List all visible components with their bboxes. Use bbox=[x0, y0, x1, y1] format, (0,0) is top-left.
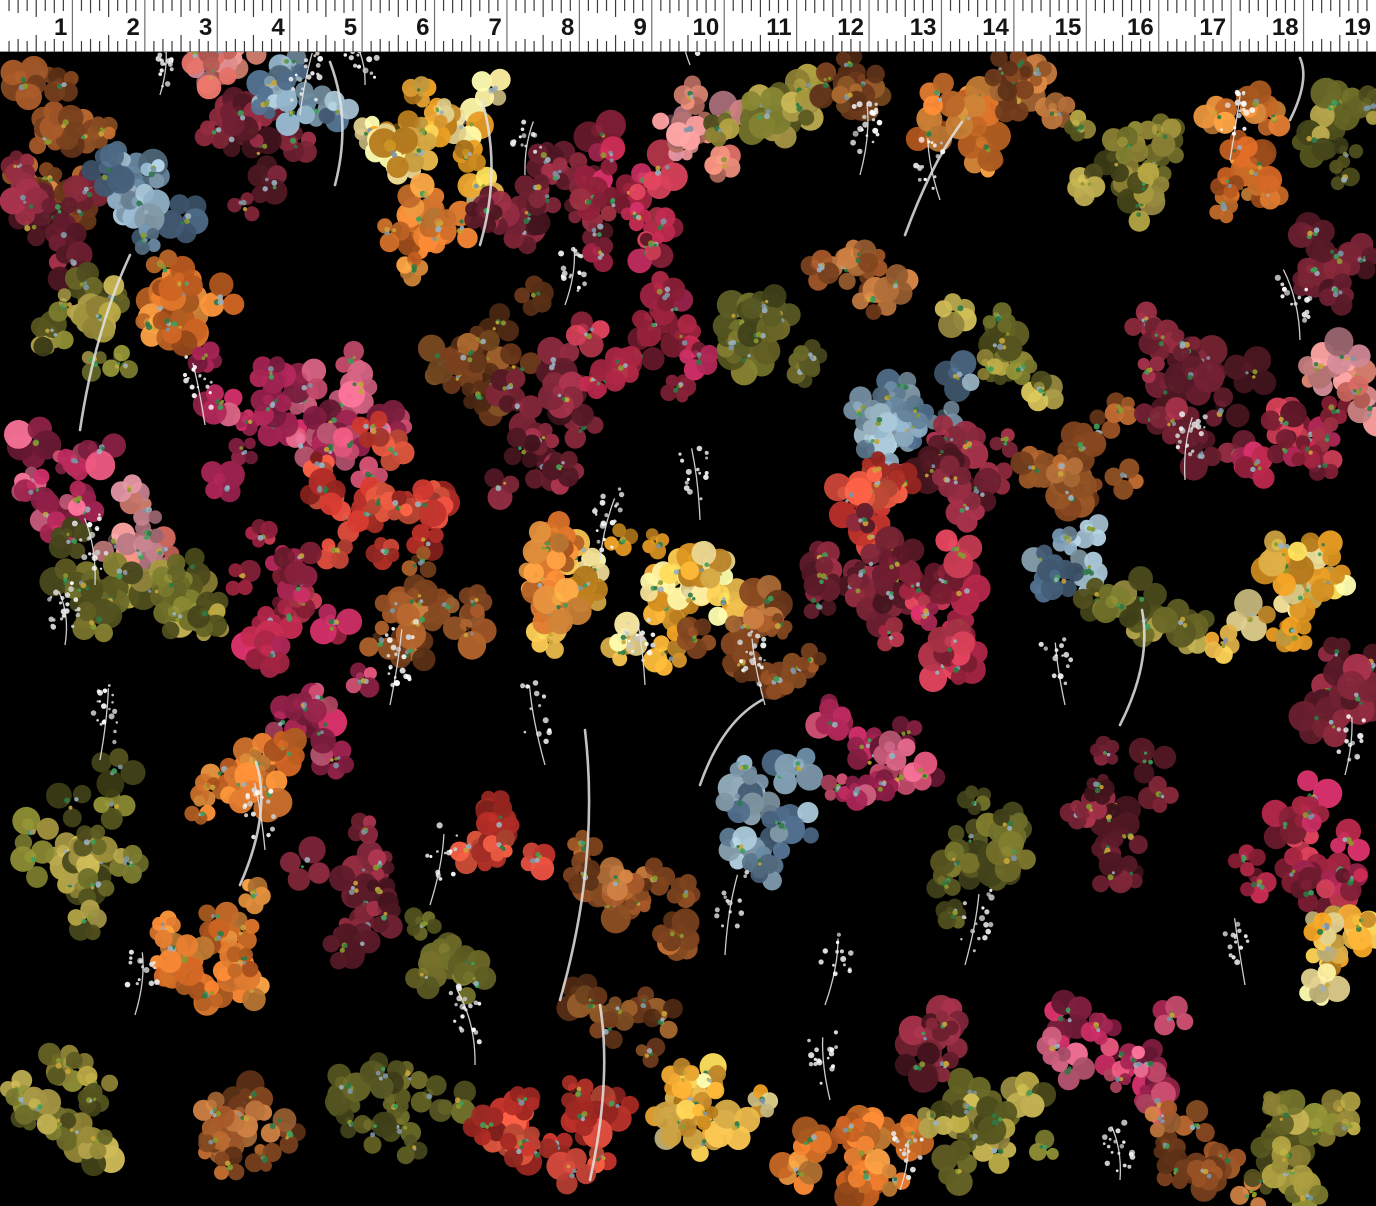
ruler-number: 11 bbox=[766, 14, 791, 41]
ruler-number: 12 bbox=[837, 14, 864, 41]
ruler-number: 1 bbox=[54, 14, 67, 41]
ruler-number: 9 bbox=[633, 14, 646, 41]
ruler-number: 2 bbox=[126, 14, 139, 41]
ruler-number: 18 bbox=[1272, 14, 1299, 41]
inch-ruler: 12345678910111213141516171819 bbox=[0, 0, 1376, 52]
ruler-number: 4 bbox=[271, 14, 285, 41]
fabric-photo-svg: 12345678910111213141516171819 bbox=[0, 0, 1376, 1206]
ruler-number: 19 bbox=[1344, 14, 1371, 41]
fabric-with-ruler-image: 12345678910111213141516171819 bbox=[0, 0, 1376, 1206]
ruler-number: 3 bbox=[199, 14, 212, 41]
ruler-number: 7 bbox=[489, 14, 502, 41]
ruler-number: 6 bbox=[416, 14, 429, 41]
ruler-number: 5 bbox=[344, 14, 357, 41]
ruler-number: 13 bbox=[910, 14, 937, 41]
ruler-number: 10 bbox=[692, 14, 719, 41]
ruler-number: 8 bbox=[561, 14, 574, 41]
ruler-number: 17 bbox=[1199, 14, 1226, 41]
ruler-number: 16 bbox=[1127, 14, 1154, 41]
ruler-number: 15 bbox=[1055, 14, 1082, 41]
ruler-number: 14 bbox=[982, 14, 1009, 41]
fabric-product-photo: 12345678910111213141516171819 bbox=[0, 0, 1376, 1206]
